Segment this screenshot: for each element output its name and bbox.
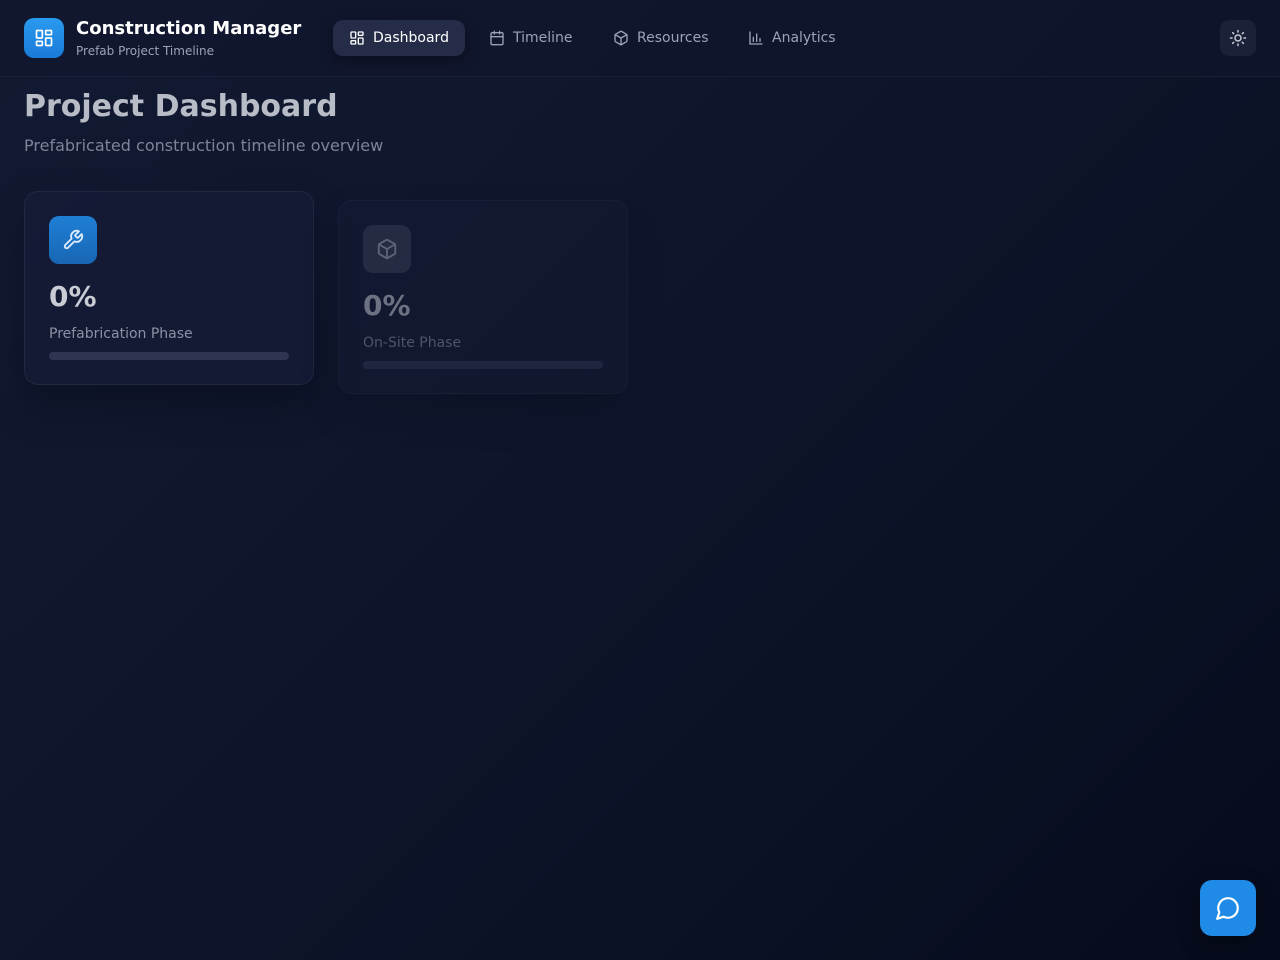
- card-value: 0%: [363, 289, 411, 322]
- card-icon-badge: [363, 225, 411, 273]
- nav-label: Timeline: [513, 30, 573, 46]
- sun-icon: [1229, 29, 1247, 47]
- card-label: Prefabrication Phase: [49, 326, 193, 342]
- nav-label: Dashboard: [373, 30, 449, 46]
- page-subtitle: Prefabricated construction timeline over…: [24, 136, 384, 155]
- wrench-icon: [63, 229, 84, 250]
- app-subtitle: Prefab Project Timeline: [76, 44, 214, 58]
- app-logo[interactable]: [24, 18, 64, 58]
- nav-dashboard[interactable]: Dashboard: [333, 20, 465, 56]
- chat-button[interactable]: [1200, 880, 1256, 936]
- calendar-icon: [490, 30, 504, 46]
- prefabrication-phase-card[interactable]: 0% Prefabrication Phase: [24, 191, 314, 385]
- nav-label: Analytics: [772, 30, 836, 46]
- progress-bar: [49, 352, 289, 360]
- grid-icon: [350, 31, 364, 45]
- page-title: Project Dashboard: [24, 89, 338, 124]
- nav-label: Resources: [637, 30, 709, 46]
- box-icon: [614, 30, 628, 46]
- app-title: Construction Manager: [76, 18, 302, 39]
- on-site-phase-card[interactable]: 0% On-Site Phase: [338, 200, 628, 394]
- nav-timeline[interactable]: Timeline: [473, 20, 589, 56]
- grid-icon: [35, 29, 53, 47]
- card-icon-badge: [49, 216, 97, 264]
- nav-analytics[interactable]: Analytics: [732, 20, 852, 56]
- card-label: On-Site Phase: [363, 335, 462, 351]
- nav-resources[interactable]: Resources: [597, 20, 725, 56]
- bar-chart-icon: [749, 31, 763, 45]
- top-navigation-bar: Construction Manager Prefab Project Time…: [0, 0, 1280, 77]
- chat-bubble-icon: [1216, 897, 1239, 920]
- theme-toggle-button[interactable]: [1220, 20, 1256, 56]
- box-icon: [377, 238, 397, 260]
- progress-bar: [363, 361, 603, 369]
- card-value: 0%: [49, 280, 97, 313]
